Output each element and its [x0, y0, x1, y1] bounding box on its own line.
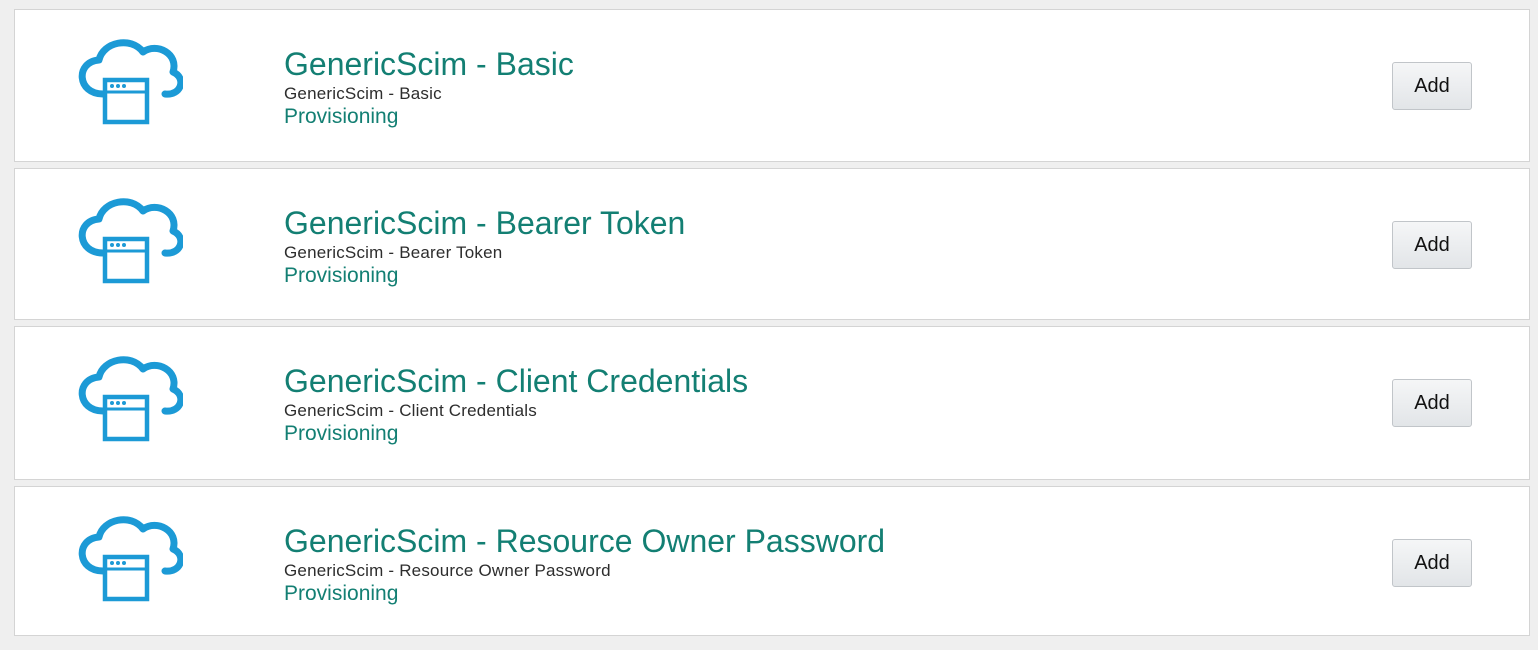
app-title-link[interactable]: GenericScim - Basic: [284, 45, 574, 83]
app-category: Provisioning: [284, 264, 399, 287]
app-title-link[interactable]: GenericScim - Client Credentials: [284, 362, 748, 400]
app-subtitle: GenericScim - Bearer Token: [284, 243, 503, 262]
add-button[interactable]: Add: [1392, 379, 1472, 427]
app-catalog-list: GenericScim - Basic GenericScim - Basic …: [14, 9, 1530, 636]
app-subtitle: GenericScim - Client Credentials: [284, 401, 537, 420]
app-card: GenericScim - Client Credentials Generic…: [14, 326, 1530, 480]
app-category: Provisioning: [284, 582, 399, 605]
app-category: Provisioning: [284, 105, 399, 128]
app-card: GenericScim - Resource Owner Password Ge…: [14, 486, 1530, 636]
cloud-app-icon: [73, 355, 183, 445]
add-button[interactable]: Add: [1392, 62, 1472, 110]
app-subtitle: GenericScim - Basic: [284, 84, 442, 103]
app-card: GenericScim - Basic GenericScim - Basic …: [14, 9, 1530, 162]
app-subtitle: GenericScim - Resource Owner Password: [284, 561, 611, 580]
cloud-app-icon: [73, 515, 183, 605]
app-category: Provisioning: [284, 422, 399, 445]
add-button[interactable]: Add: [1392, 221, 1472, 269]
add-button[interactable]: Add: [1392, 539, 1472, 587]
cloud-app-icon: [73, 38, 183, 128]
app-title-link[interactable]: GenericScim - Bearer Token: [284, 204, 685, 242]
app-title-link[interactable]: GenericScim - Resource Owner Password: [284, 522, 885, 560]
app-card: GenericScim - Bearer Token GenericScim -…: [14, 168, 1530, 320]
cloud-app-icon: [73, 197, 183, 287]
